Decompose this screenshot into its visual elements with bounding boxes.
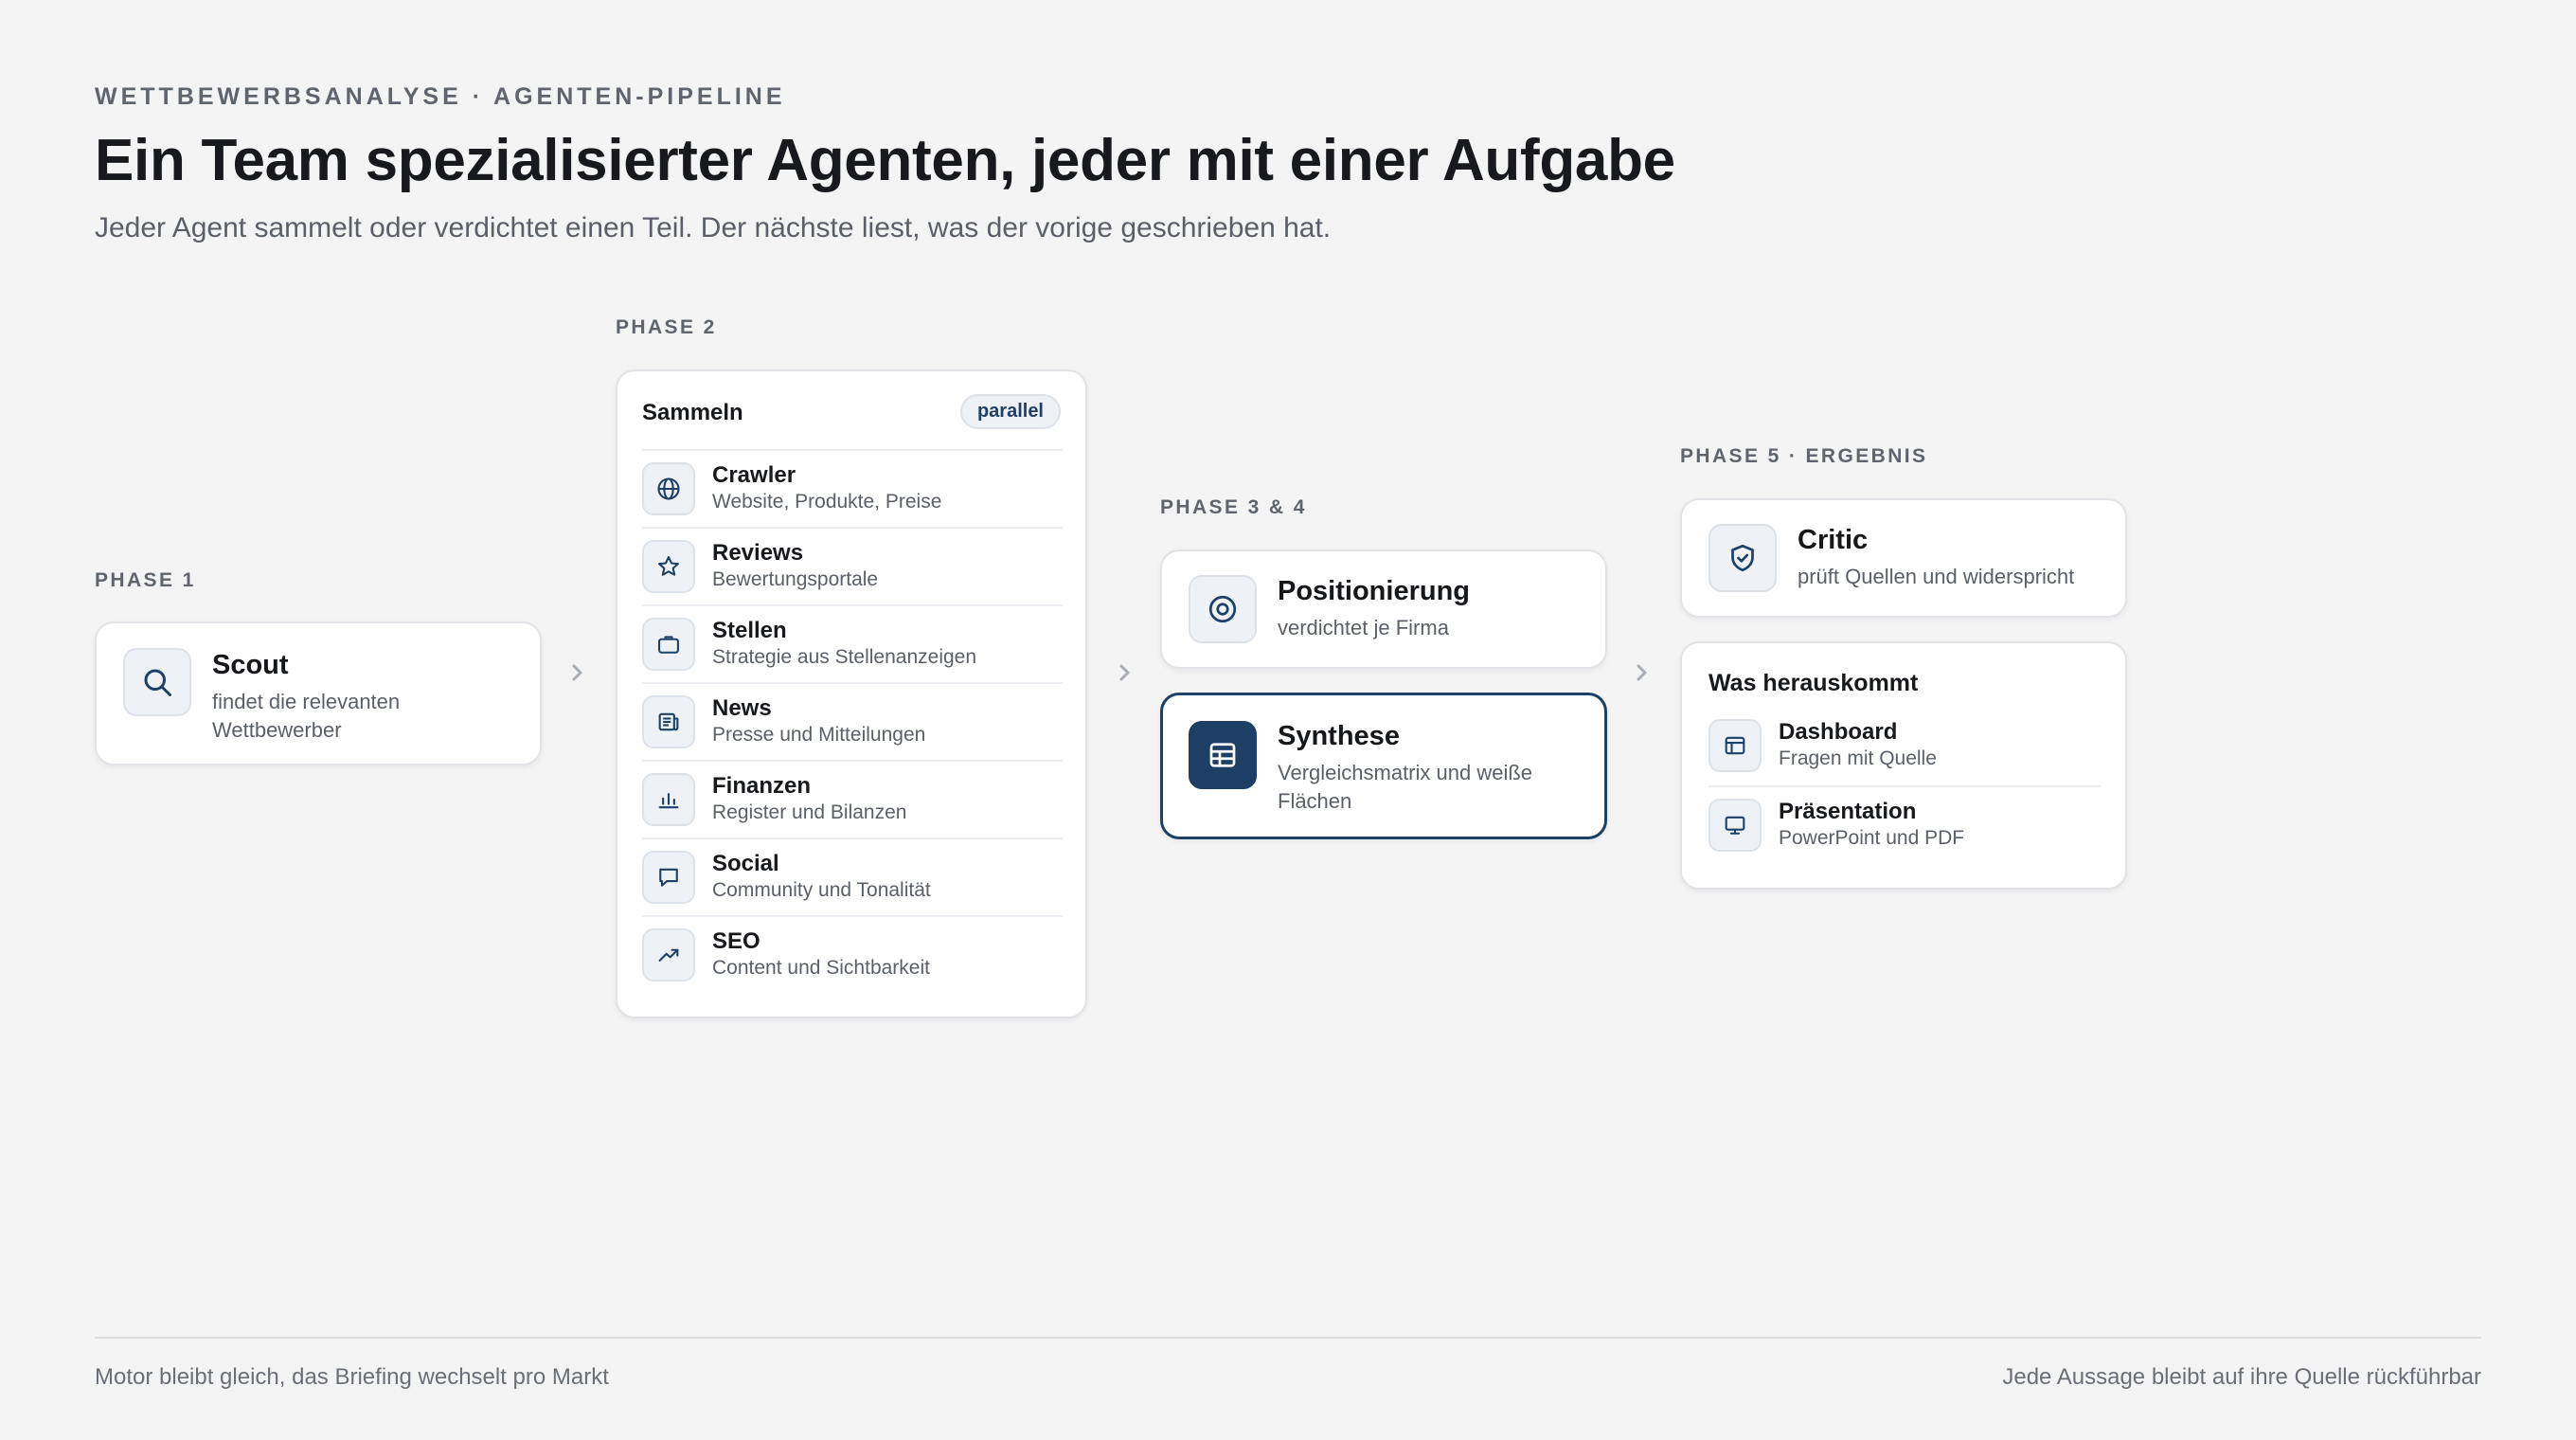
list-item-crawler: Crawler Website, Produkte, Preise	[642, 449, 1063, 529]
praesentation-desc: PowerPoint und PDF	[1779, 827, 1965, 849]
phase-1-label: PHASE 1	[95, 569, 196, 591]
reviews-desc: Bewertungsportale	[712, 568, 879, 590]
positionierung-desc: verdichtet je Firma	[1278, 616, 1449, 639]
footer-divider	[95, 1337, 2481, 1339]
chat-bubble-icon	[642, 851, 695, 904]
search-icon	[123, 648, 191, 716]
synthese-card: Synthese Vergleichsmatrix und weiße Fläc…	[1160, 693, 1607, 839]
chevron-right-icon	[1114, 661, 1136, 689]
monitor-icon	[1708, 799, 1762, 852]
praesentation-name: Präsentation	[1779, 799, 1917, 824]
scout-card: Scout findet die relevanten Wettbewerber	[95, 621, 542, 765]
scout-name: Scout	[212, 650, 289, 680]
social-name: Social	[712, 851, 779, 876]
list-item-news: News Presse und Mitteilungen	[642, 682, 1063, 762]
phase-3-4-label: PHASE 3 & 4	[1160, 496, 1307, 518]
list-item-reviews: Reviews Bewertungsportale	[642, 527, 1063, 606]
critic-desc: prüft Quellen und widerspricht	[1798, 565, 2075, 588]
positionierung-card: Positionierung verdichtet je Firma	[1160, 549, 1607, 669]
table-icon	[1189, 721, 1257, 789]
list-item-seo: SEO Content und Sichtbarkeit	[642, 915, 1063, 995]
seo-desc: Content und Sichtbarkeit	[712, 957, 930, 979]
finanzen-name: Finanzen	[712, 773, 812, 799]
divider	[1708, 785, 2101, 787]
bar-chart-icon	[642, 773, 695, 826]
dashboard-icon	[1708, 719, 1762, 772]
news-name: News	[712, 695, 772, 721]
briefcase-icon	[642, 618, 695, 671]
chevron-right-icon	[566, 661, 589, 689]
sammeln-card: Sammeln parallel Crawler Website, Produk…	[616, 369, 1087, 1018]
parallel-badge: parallel	[959, 394, 1061, 429]
synthese-desc: Vergleichsmatrix und weiße Flächen	[1278, 761, 1533, 813]
eyebrow: WETTBEWERBSANALYSE · AGENTEN-PIPELINE	[95, 83, 786, 110]
stellen-name: Stellen	[712, 618, 787, 643]
newspaper-icon	[642, 695, 695, 748]
globe-icon	[642, 462, 695, 515]
positionierung-name: Positionierung	[1278, 576, 1470, 606]
crawler-name: Crawler	[712, 462, 796, 488]
list-item-social: Social Community und Tonalität	[642, 837, 1063, 917]
list-item-praesentation: Präsentation PowerPoint und PDF	[1708, 799, 2101, 876]
crawler-desc: Website, Produkte, Preise	[712, 491, 942, 513]
sammeln-title: Sammeln	[642, 400, 743, 425]
reviews-name: Reviews	[712, 540, 804, 566]
chevron-right-icon	[1631, 661, 1654, 689]
shield-check-icon	[1708, 524, 1777, 592]
star-icon	[642, 540, 695, 593]
news-desc: Presse und Mitteilungen	[712, 724, 926, 746]
critic-card: Critic prüft Quellen und widerspricht	[1680, 498, 2127, 618]
page-subtitle: Jeder Agent sammelt oder verdichtet eine…	[95, 212, 1332, 243]
page-title: Ein Team spezialisierter Agenten, jeder …	[95, 128, 1675, 193]
phase-5-label: PHASE 5 · ERGEBNIS	[1680, 445, 1928, 467]
target-icon	[1189, 575, 1257, 643]
list-item-finanzen: Finanzen Register und Bilanzen	[642, 760, 1063, 839]
footer-left-note: Motor bleibt gleich, das Briefing wechse…	[95, 1364, 609, 1390]
scout-desc: findet die relevanten Wettbewerber	[212, 690, 401, 742]
synthese-name: Synthese	[1278, 721, 1400, 751]
phase-2-label: PHASE 2	[616, 316, 717, 338]
dashboard-name: Dashboard	[1779, 719, 1898, 745]
dashboard-desc: Fragen mit Quelle	[1779, 747, 1937, 769]
finanzen-desc: Register und Bilanzen	[712, 801, 907, 823]
output-title: Was herauskommt	[1708, 670, 1919, 696]
list-item-stellen: Stellen Strategie aus Stellenanzeigen	[642, 604, 1063, 684]
critic-name: Critic	[1798, 525, 1869, 555]
trending-up-icon	[642, 928, 695, 981]
output-card: Was herauskommt Dashboard Fragen mit Que…	[1680, 641, 2127, 890]
seo-name: SEO	[712, 928, 760, 954]
social-desc: Community und Tonalität	[712, 879, 931, 901]
footer-right-note: Jede Aussage bleibt auf ihre Quelle rück…	[2002, 1364, 2481, 1390]
stellen-desc: Strategie aus Stellenanzeigen	[712, 646, 977, 668]
